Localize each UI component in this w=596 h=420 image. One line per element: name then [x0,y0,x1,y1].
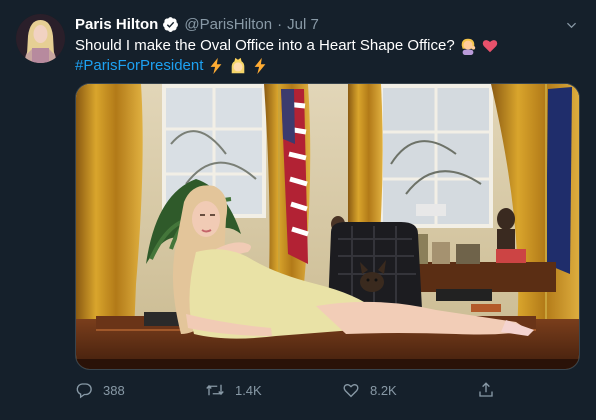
share-icon [479,382,493,397]
reply-icon [76,383,92,399]
princess-emoji-icon [229,57,247,75]
user-handle[interactable]: @ParisHilton [184,16,272,33]
avatar-image [16,14,65,63]
lightning-emoji-icon [207,57,225,75]
lightning-emoji-icon [251,57,269,75]
tweet-header: Paris Hilton @ParisHilton · Jul 7 [75,14,580,34]
tweet-body-text: Should I make the Oval Office into a Hea… [75,37,455,54]
like-count: 8.2K [369,382,397,398]
tweet-text: Should I make the Oval Office into a Hea… [75,36,576,76]
verified-badge-icon [162,16,179,33]
reply-button[interactable]: 388 [75,381,125,399]
heart-icon [343,383,359,398]
share-button[interactable] [477,381,505,399]
tweet-photo[interactable] [75,83,580,370]
tweet-actions: 388 1.4K 8.2K [75,378,505,402]
heart-emoji-icon [481,37,499,55]
retweet-icon [206,384,224,396]
oval-office-photo [76,84,579,369]
tweet-card[interactable]: Paris Hilton @ParisHilton · Jul 7 Should… [0,0,596,420]
timestamp[interactable]: Jul 7 [287,16,319,33]
like-button[interactable]: 8.2K [342,381,397,399]
chevron-down-icon[interactable] [562,16,580,34]
reply-count: 388 [103,382,125,398]
avatar[interactable] [16,14,65,63]
woman-tipping-hand-emoji-icon [459,37,477,55]
separator-dot: · [277,15,283,33]
display-name[interactable]: Paris Hilton [75,16,158,33]
retweet-count: 1.4K [234,382,262,398]
hashtag-link[interactable]: #ParisForPresident [75,56,203,76]
retweet-button[interactable]: 1.4K [205,381,262,399]
